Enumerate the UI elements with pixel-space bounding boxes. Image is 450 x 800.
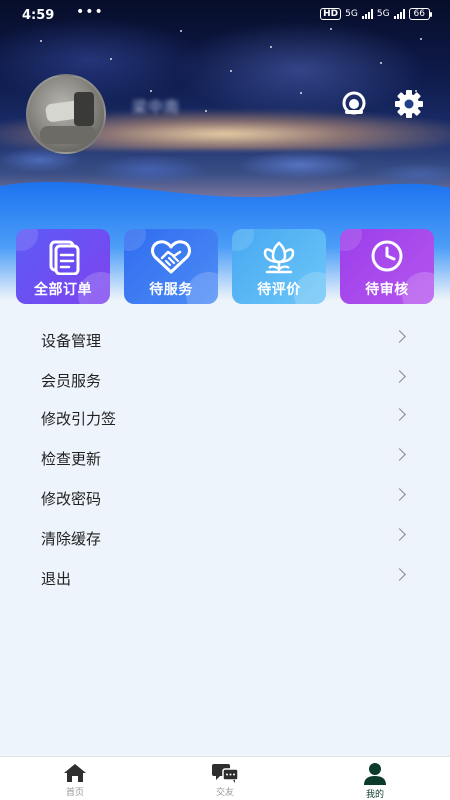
home-icon (64, 764, 86, 782)
card-label: 待审核 (365, 282, 409, 298)
signal-icon-2 (393, 9, 405, 19)
status-dots: ••• (76, 4, 104, 20)
chevron-right-icon (393, 568, 406, 581)
network-type-1: 5G (345, 9, 358, 19)
heart-handshake-icon (151, 240, 191, 274)
support-icon[interactable] (338, 88, 370, 120)
bottom-nav: 首页 交友 我的 (0, 756, 450, 800)
pending-service-card[interactable]: 待服务 (124, 229, 218, 304)
nav-tab-me[interactable]: 我的 (300, 757, 450, 800)
menu-item-change-password[interactable]: 修改密码 (0, 478, 450, 518)
status-indicators: HD 5G 5G 66 (320, 8, 433, 20)
nav-tab-friends[interactable]: 交友 (150, 757, 300, 800)
chevron-right-icon (393, 448, 406, 461)
battery-icon: 66 (408, 8, 433, 20)
avatar[interactable] (26, 74, 106, 154)
nav-label: 交友 (215, 788, 234, 798)
menu-item-check-update[interactable]: 检查更新 (0, 438, 450, 478)
nav-tab-home[interactable]: 首页 (0, 757, 150, 800)
chat-icon (212, 764, 239, 783)
network-type-2: 5G (376, 9, 390, 19)
chevron-right-icon (393, 528, 406, 541)
menu-item-label: 检查更新 (41, 450, 102, 468)
status-bar: 4:59 ••• HD 5G 5G 66 (0, 0, 450, 32)
menu-item-label: 清除缓存 (41, 530, 102, 548)
document-icon (49, 240, 80, 275)
menu-item-logout[interactable]: 退出 (0, 558, 450, 598)
hd-badge: HD (320, 8, 342, 20)
pending-review-card[interactable]: 待评价 (232, 229, 326, 304)
settings-menu: 设备管理 会员服务 修改引力签 检查更新 修改密码 清除缓存 退出 (0, 320, 450, 598)
menu-item-clear-cache[interactable]: 清除缓存 (0, 518, 450, 558)
settings-gear-icon[interactable] (393, 88, 425, 120)
menu-item-label: 会员服务 (41, 372, 102, 390)
menu-item-label: 退出 (41, 570, 72, 588)
chevron-right-icon (393, 370, 406, 383)
card-label: 待评价 (257, 282, 301, 298)
card-label: 全部订单 (34, 282, 92, 298)
menu-item-membership[interactable]: 会员服务 (0, 360, 450, 398)
flower-icon (263, 241, 295, 274)
pending-approval-card[interactable]: 待审核 (340, 229, 434, 304)
all-orders-card[interactable]: 全部订单 (16, 229, 110, 304)
menu-item-edit-signature[interactable]: 修改引力签 (0, 398, 450, 438)
clock-icon (371, 240, 403, 272)
menu-item-device-management[interactable]: 设备管理 (0, 320, 450, 360)
nav-label: 首页 (65, 788, 84, 798)
person-icon (364, 763, 386, 785)
chevron-right-icon (393, 330, 406, 343)
menu-item-label: 修改引力签 (41, 410, 117, 428)
order-shortcuts: 全部订单 待服务 待评价 待审核 (16, 229, 434, 305)
signal-icon (361, 9, 373, 19)
menu-item-label: 修改密码 (41, 490, 102, 508)
card-label: 待服务 (149, 282, 193, 298)
status-time: 4:59 (22, 8, 55, 23)
chevron-right-icon (393, 488, 406, 501)
username: 梁中南 (132, 98, 181, 116)
menu-item-label: 设备管理 (41, 332, 102, 350)
nav-label: 我的 (365, 790, 384, 800)
chevron-right-icon (393, 408, 406, 421)
